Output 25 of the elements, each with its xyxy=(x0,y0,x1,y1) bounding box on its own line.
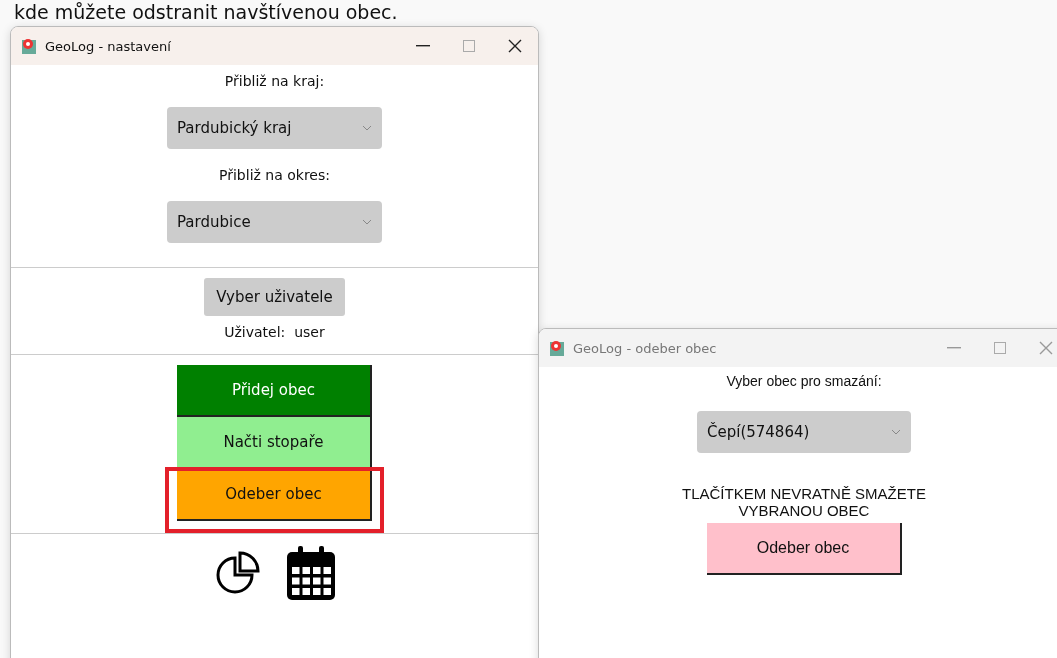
district-dropdown[interactable]: Pardubice xyxy=(167,201,382,243)
action-button[interactable]: Přidej obec xyxy=(177,365,372,417)
map-pin-app-icon xyxy=(549,339,565,357)
district-label: Přibliž na okres: xyxy=(219,167,330,183)
remove-button[interactable]: Odeber obec xyxy=(706,523,902,575)
window-title: GeoLog - nastavení xyxy=(45,38,172,54)
map-pin-app-icon xyxy=(21,37,37,55)
chevron-down-icon xyxy=(362,219,372,225)
user-label: Uživatel: user xyxy=(224,324,325,340)
select-label: Vyber obec pro smazání: xyxy=(726,373,882,389)
caption-text: kde můžete odstranit navštívenou obec. xyxy=(14,0,398,24)
chevron-down-icon xyxy=(362,125,372,131)
window-title: GeoLog - odeber obec xyxy=(573,340,718,356)
chevron-down-icon xyxy=(891,429,901,435)
calendar-icon[interactable] xyxy=(286,546,335,600)
action-button[interactable]: Načti stopaře xyxy=(177,417,372,469)
close-icon[interactable] xyxy=(508,39,522,53)
region-label: Přibliž na kraj: xyxy=(224,73,325,89)
action-button[interactable]: Odeber obec xyxy=(177,469,372,521)
minimize-icon[interactable] xyxy=(416,45,430,47)
municipality-dropdown[interactable]: Čepí(574864) xyxy=(697,411,911,453)
pie-chart-icon[interactable] xyxy=(214,550,261,596)
region-dropdown[interactable]: Pardubický kraj xyxy=(167,107,382,149)
select-user-button[interactable]: Vyber uživatele xyxy=(204,278,345,316)
warning-text: TLAČÍTKEM NEVRATNĚ SMAŽETE VYBRANOU OBEC xyxy=(681,485,927,519)
